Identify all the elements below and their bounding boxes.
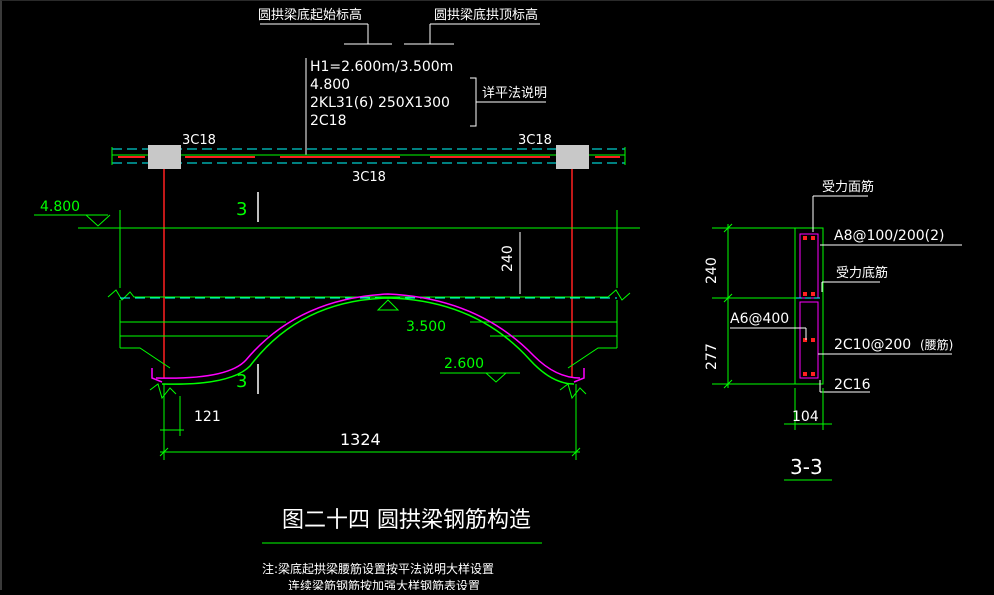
crown-elevation-label: 圆拱梁底拱顶标高: [434, 7, 538, 23]
section-bottom-bars-label: 2C16: [834, 377, 871, 393]
elevation-4800-marker: [34, 214, 111, 227]
section-mark-top: 3: [236, 199, 247, 220]
section-dim-240: 240: [704, 257, 720, 284]
arch-reinforcement: [151, 293, 585, 385]
h1-elevation-text: H1=2.600m/3.500m: [310, 59, 453, 75]
beam-outline: [78, 210, 640, 400]
beam-spec-text: 2KL31(6) 250X1300: [310, 95, 450, 111]
bottom-bar-label: 3C18: [352, 170, 386, 185]
section-dim-277: 277: [704, 343, 720, 370]
left-column-block: [148, 145, 181, 169]
note-line-1: 注:梁底起拱梁腰筋设置按平法说明大样设置: [262, 561, 494, 576]
top-bars-text: 2C18: [310, 113, 347, 129]
top-elevation-text: 4.800: [310, 77, 350, 93]
drawing-title: 图二十四 圆拱梁钢筋构造: [282, 508, 531, 533]
right-column-block: [556, 145, 589, 169]
section-stirrup-label: A8@100/200(2): [834, 228, 944, 244]
note-line-2: 连续梁筋钢筋按加强大样钢筋表设置: [288, 578, 480, 590]
top-reinforcement: [111, 145, 626, 169]
cad-drawing-canvas: 圆拱梁底起始标高 圆拱梁底拱顶标高 H1=2.600m/3.500m 4.800…: [0, 0, 994, 593]
dim-121: 121: [194, 409, 221, 425]
section-top-bar-label: 受力面筋: [822, 179, 874, 195]
section-waist-bar-label: 2C10@200: [834, 337, 911, 353]
section-tie-label: A6@400: [730, 311, 789, 327]
arch-beam-drawing: 圆拱梁底起始标高 圆拱梁底拱顶标高 H1=2.600m/3.500m 4.800…: [34, 7, 962, 593]
section-bottom-bar-label: 受力底筋: [836, 265, 888, 281]
elevation-2600: 2.600: [444, 356, 484, 372]
elevation-4800-left: 4.800: [40, 199, 80, 215]
top-bar-right-label: 3C18: [518, 133, 552, 148]
section-title: 3-3: [790, 455, 823, 479]
top-bar-left-label: 3C18: [182, 133, 216, 148]
section-waist-note: (腰筋): [920, 337, 953, 352]
dim-240: 240: [500, 245, 516, 272]
section-dim-104: 104: [792, 409, 819, 425]
dim-1324: 1324: [340, 430, 381, 449]
elevation-2600-marker: [440, 372, 520, 383]
elevation-crown: 3.500: [406, 319, 446, 335]
start-elevation-label: 圆拱梁底起始标高: [258, 7, 362, 23]
see-note-label: 详平法说明: [482, 86, 547, 101]
